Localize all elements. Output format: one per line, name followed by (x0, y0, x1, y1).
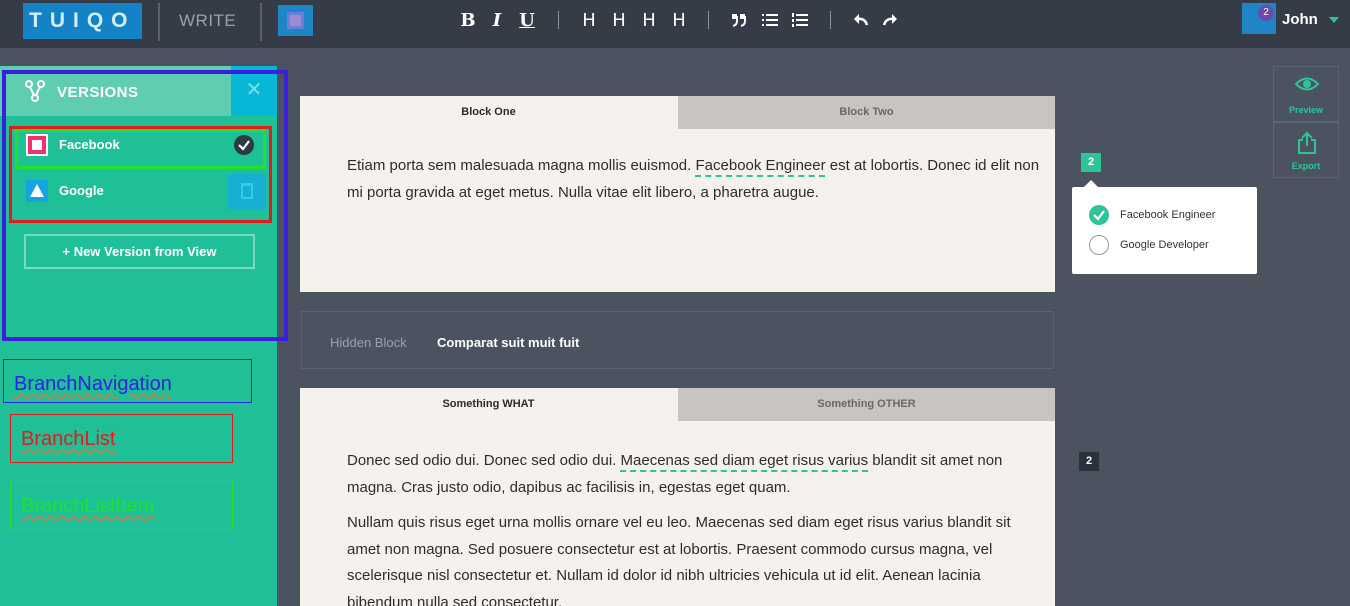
branch-list-label: BranchList (10, 414, 233, 463)
avatar[interactable]: 2 (1242, 3, 1276, 34)
user-name[interactable]: John (1282, 11, 1318, 28)
bold-button[interactable]: B (459, 10, 477, 32)
branch-navigation-label: BranchNavigation (3, 359, 252, 403)
block-paragraph: Donec sed odio dui. Donec sed odio dui. … (347, 452, 1003, 496)
hidden-block[interactable]: Hidden Block Comparat suit muit fuit (301, 311, 1054, 369)
underline-button[interactable]: U (518, 10, 536, 32)
redo-icon[interactable] (883, 13, 898, 26)
heading-1-button[interactable]: H (580, 10, 598, 32)
divider (260, 3, 262, 41)
quote-icon[interactable] (731, 13, 747, 27)
radio-icon (1089, 235, 1109, 255)
content-block: Block One Block Two Etiam porta sem male… (300, 96, 1055, 292)
variant-count-badge[interactable]: 2 (1081, 153, 1101, 172)
heading-3-button[interactable]: H (640, 10, 658, 32)
block-paragraph: Nullam quis risus eget urna mollis ornar… (347, 514, 1011, 606)
export-button[interactable]: Export (1273, 122, 1339, 178)
variant-highlight[interactable]: Facebook Engineer (696, 157, 826, 174)
variant-count-badge[interactable]: 2 (1079, 452, 1099, 471)
hidden-block-text: Comparat suit muit fuit (437, 335, 580, 350)
share-icon (1298, 131, 1316, 154)
block-paragraph: Etiam porta sem malesuada magna mollis e… (347, 157, 1040, 201)
block-insert-button[interactable] (278, 5, 313, 36)
branch-list-item-outline (15, 129, 266, 169)
content-block: Something WHAT Something OTHER Donec sed… (300, 388, 1055, 606)
app-logo[interactable]: TUIQO (23, 3, 142, 39)
variant-highlight[interactable]: Maecenas sed diam eget risus varius (621, 452, 869, 469)
bullet-list-icon[interactable] (762, 13, 778, 27)
tab-block-one[interactable]: Block One (300, 96, 677, 129)
toolbar-divider (708, 11, 709, 29)
toolbar-divider (830, 11, 831, 29)
branch-list-item-label: BranchListItem (10, 481, 233, 530)
hidden-block-label: Hidden Block (330, 335, 407, 350)
tab-something-other[interactable]: Something OTHER (678, 388, 1055, 421)
tab-something-what[interactable]: Something WHAT (300, 388, 677, 421)
variant-popover: Facebook Engineer Google Developer (1072, 180, 1257, 274)
divider (158, 3, 160, 41)
toolbar-divider (558, 11, 559, 29)
top-bar: TUIQO WRITE B I U H H H H 2 John (0, 0, 1350, 48)
square-icon (287, 12, 304, 29)
heading-2-button[interactable]: H (610, 10, 628, 32)
mode-label[interactable]: WRITE (179, 11, 236, 31)
checkmark-icon (1089, 205, 1109, 225)
heading-4-button[interactable]: H (670, 10, 688, 32)
tab-block-two[interactable]: Block Two (678, 96, 1055, 129)
numbered-list-icon[interactable] (792, 12, 808, 28)
chevron-down-icon[interactable] (1329, 17, 1339, 23)
notification-badge: 2 (1258, 5, 1274, 21)
preview-button[interactable]: Preview (1273, 66, 1339, 122)
undo-icon[interactable] (853, 13, 868, 26)
italic-button[interactable]: I (489, 10, 505, 32)
eye-icon (1295, 77, 1319, 91)
